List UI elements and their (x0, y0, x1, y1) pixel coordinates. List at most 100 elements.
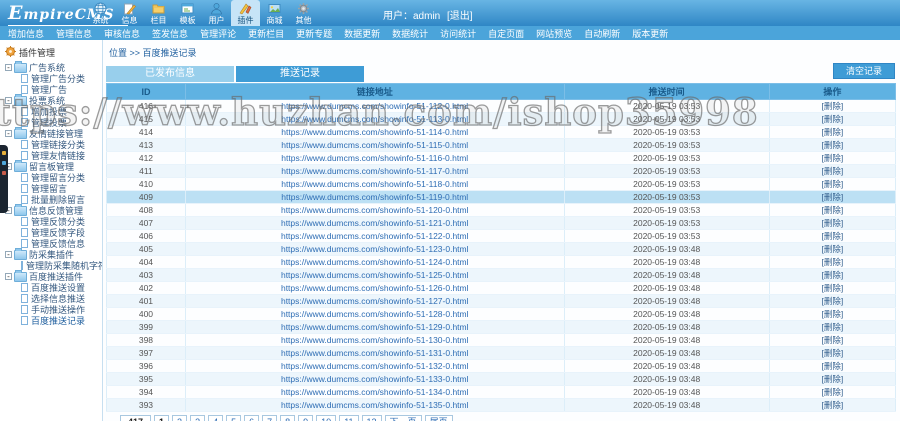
page-link[interactable]: 1 (154, 415, 169, 421)
delete-link[interactable]: [删除] (822, 166, 844, 176)
side-float-handle[interactable] (0, 145, 8, 213)
url-link[interactable]: https://www.dumcms.com/showinfo-51-114-0… (281, 127, 468, 137)
url-link[interactable]: https://www.dumcms.com/showinfo-51-118-0… (281, 179, 468, 189)
topnav-item-folder[interactable]: 栏目 (144, 0, 173, 27)
page-link[interactable]: 11 (339, 415, 358, 421)
delete-link[interactable]: [删除] (822, 101, 844, 111)
delete-link[interactable]: [删除] (822, 296, 844, 306)
url-link[interactable]: https://www.dumcms.com/showinfo-51-130-0… (281, 335, 469, 345)
topnav-item-gear[interactable]: 其他 (289, 0, 318, 27)
tab-published-info[interactable]: 已发布信息 (106, 66, 234, 82)
delete-link[interactable]: [删除] (822, 270, 844, 280)
delete-link[interactable]: [删除] (822, 205, 844, 215)
subnav-link[interactable]: 管理评论 (200, 27, 236, 40)
table-row[interactable]: 395https://www.dumcms.com/showinfo-51-13… (107, 373, 896, 386)
page-link[interactable]: 12 (362, 415, 382, 421)
page-link[interactable]: 10 (316, 415, 336, 421)
table-row[interactable]: 405https://www.dumcms.com/showinfo-51-12… (107, 243, 896, 256)
url-link[interactable]: https://www.dumcms.com/showinfo-51-133-0… (281, 374, 469, 384)
subnav-link[interactable]: 更新栏目 (248, 27, 284, 40)
logout-link[interactable]: [退出] (447, 11, 473, 22)
table-row[interactable]: 397https://www.dumcms.com/showinfo-51-13… (107, 347, 896, 360)
page-link[interactable]: 8 (280, 415, 295, 421)
subnav-link[interactable]: 数据更新 (344, 27, 380, 40)
url-link[interactable]: https://www.dumcms.com/showinfo-51-127-0… (281, 296, 469, 306)
topnav-item-user[interactable]: 用户 (202, 0, 231, 27)
delete-link[interactable]: [删除] (822, 400, 844, 410)
delete-link[interactable]: [删除] (822, 283, 844, 293)
delete-link[interactable]: [删除] (822, 127, 844, 137)
url-link[interactable]: https://www.dumcms.com/showinfo-51-125-0… (281, 270, 469, 280)
url-link[interactable]: https://www.dumcms.com/showinfo-51-124-0… (281, 257, 469, 267)
subnav-link[interactable]: 数据统计 (392, 27, 428, 40)
delete-link[interactable]: [删除] (822, 335, 844, 345)
delete-link[interactable]: [删除] (822, 387, 844, 397)
url-link[interactable]: https://www.dumcms.com/showinfo-51-122-0… (281, 231, 469, 241)
delete-link[interactable]: [删除] (822, 114, 844, 124)
url-link[interactable]: https://www.dumcms.com/showinfo-51-135-0… (281, 400, 469, 410)
page-link[interactable]: 7 (262, 415, 277, 421)
last-page-link[interactable]: 尾页 (425, 415, 453, 421)
page-link[interactable]: 9 (298, 415, 313, 421)
url-link[interactable]: https://www.dumcms.com/showinfo-51-115-0… (281, 140, 468, 150)
table-row[interactable]: 393https://www.dumcms.com/showinfo-51-13… (107, 399, 896, 412)
tree-root[interactable]: 插件管理 (0, 40, 102, 62)
delete-link[interactable]: [删除] (822, 361, 844, 371)
delete-link[interactable]: [删除] (822, 244, 844, 254)
delete-link[interactable]: [删除] (822, 309, 844, 319)
subnav-link[interactable]: 增加信息 (8, 27, 44, 40)
url-link[interactable]: https://www.dumcms.com/showinfo-51-129-0… (281, 322, 469, 332)
table-row[interactable]: 402https://www.dumcms.com/showinfo-51-12… (107, 282, 896, 295)
table-row[interactable]: 406https://www.dumcms.com/showinfo-51-12… (107, 230, 896, 243)
delete-link[interactable]: [删除] (822, 348, 844, 358)
url-link[interactable]: https://www.dumcms.com/showinfo-51-120-0… (281, 205, 469, 215)
topnav-item-picture[interactable]: 商城 (260, 0, 289, 27)
table-row[interactable]: 413https://www.dumcms.com/showinfo-51-11… (107, 139, 896, 152)
url-link[interactable]: https://www.dumcms.com/showinfo-51-112-0… (281, 101, 468, 111)
delete-link[interactable]: [删除] (822, 153, 844, 163)
table-row[interactable]: 399https://www.dumcms.com/showinfo-51-12… (107, 321, 896, 334)
subnav-link[interactable]: 管理信息 (56, 27, 92, 40)
collapse-icon[interactable]: - (5, 251, 12, 258)
url-link[interactable]: https://www.dumcms.com/showinfo-51-132-0… (281, 361, 469, 371)
url-link[interactable]: https://www.dumcms.com/showinfo-51-121-0… (281, 218, 469, 228)
subnav-link[interactable]: 自定页面 (488, 27, 524, 40)
clear-records-button[interactable]: 清空记录 (833, 63, 895, 79)
table-row[interactable]: 403https://www.dumcms.com/showinfo-51-12… (107, 269, 896, 282)
page-link[interactable]: 2 (172, 415, 187, 421)
table-row[interactable]: 394https://www.dumcms.com/showinfo-51-13… (107, 386, 896, 399)
url-link[interactable]: https://www.dumcms.com/showinfo-51-128-0… (281, 309, 469, 319)
collapse-icon[interactable]: - (5, 273, 12, 280)
table-row[interactable]: 408https://www.dumcms.com/showinfo-51-12… (107, 204, 896, 217)
url-link[interactable]: https://www.dumcms.com/showinfo-51-134-0… (281, 387, 469, 397)
url-link[interactable]: https://www.dumcms.com/showinfo-51-119-0… (281, 192, 468, 202)
tree-item[interactable]: 百度推送记录 (0, 315, 102, 326)
delete-link[interactable]: [删除] (822, 192, 844, 202)
table-row[interactable]: 412https://www.dumcms.com/showinfo-51-11… (107, 152, 896, 165)
collapse-icon[interactable]: - (5, 130, 12, 137)
table-row[interactable]: 400https://www.dumcms.com/showinfo-51-12… (107, 308, 896, 321)
table-row[interactable]: 411https://www.dumcms.com/showinfo-51-11… (107, 165, 896, 178)
delete-link[interactable]: [删除] (822, 179, 844, 189)
table-row[interactable]: 415https://www.dumcms.com/showinfo-51-11… (107, 113, 896, 126)
subnav-link[interactable]: 自动刷新 (584, 27, 620, 40)
table-row[interactable]: 396https://www.dumcms.com/showinfo-51-13… (107, 360, 896, 373)
collapse-icon[interactable]: - (5, 64, 12, 71)
url-link[interactable]: https://www.dumcms.com/showinfo-51-117-0… (281, 166, 468, 176)
page-link[interactable]: 4 (208, 415, 223, 421)
url-link[interactable]: https://www.dumcms.com/showinfo-51-126-0… (281, 283, 469, 293)
url-link[interactable]: https://www.dumcms.com/showinfo-51-116-0… (281, 153, 468, 163)
delete-link[interactable]: [删除] (822, 322, 844, 332)
subnav-link[interactable]: 网站预览 (536, 27, 572, 40)
delete-link[interactable]: [删除] (822, 140, 844, 150)
url-link[interactable]: https://www.dumcms.com/showinfo-51-113-0… (281, 114, 468, 124)
delete-link[interactable]: [删除] (822, 231, 844, 241)
subnav-link[interactable]: 签发信息 (152, 27, 188, 40)
table-row[interactable]: 407https://www.dumcms.com/showinfo-51-12… (107, 217, 896, 230)
subnav-link[interactable]: 访问统计 (440, 27, 476, 40)
table-row[interactable]: 409https://www.dumcms.com/showinfo-51-11… (107, 191, 896, 204)
next-page-link[interactable]: 下一页 (385, 415, 422, 421)
collapse-icon[interactable]: - (5, 97, 12, 104)
page-link[interactable]: 6 (244, 415, 259, 421)
subnav-link[interactable]: 审核信息 (104, 27, 140, 40)
